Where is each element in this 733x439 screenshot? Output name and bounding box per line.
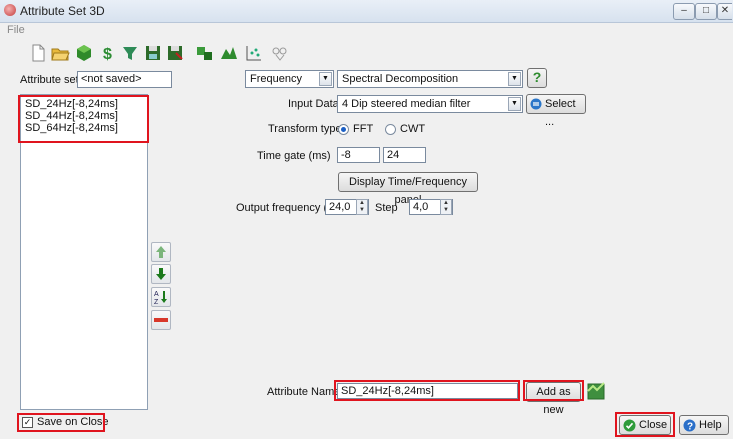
cwt-label: CWT — [400, 123, 426, 135]
time-gate-stop-field[interactable]: 24 — [383, 147, 426, 163]
svg-text:$: $ — [103, 46, 112, 63]
scatter-icon[interactable] — [270, 43, 290, 63]
fft-label: FFT — [353, 123, 374, 135]
cube-icon[interactable] — [74, 43, 94, 63]
move-down-button[interactable] — [151, 264, 171, 284]
input-data-select[interactable]: 4 Dip steered median filter ▼ — [337, 95, 523, 113]
help-icon: ? — [683, 419, 696, 432]
arrow-down-icon — [156, 268, 166, 280]
attribute-set-field[interactable]: <not saved> — [77, 71, 172, 88]
svg-text:Z: Z — [154, 299, 159, 306]
cross-plot-icon[interactable] — [244, 43, 264, 63]
svg-text:?: ? — [687, 422, 693, 433]
evaluate-attribute-icon[interactable] — [587, 381, 608, 401]
new-icon[interactable] — [28, 43, 48, 63]
save-as-icon[interactable] — [165, 43, 185, 63]
category-value: Frequency — [250, 73, 302, 85]
highlight-add-as-new — [523, 380, 584, 401]
close-icon[interactable]: ✕ — [717, 3, 732, 20]
help-button[interactable]: ? Help — [679, 415, 729, 435]
move-up-button[interactable] — [151, 242, 171, 262]
maximize-icon[interactable]: □ — [695, 3, 717, 20]
toolbar: $ — [0, 40, 733, 66]
method-select[interactable]: Spectral Decomposition ▼ — [337, 70, 523, 88]
output-frequency-spinner[interactable]: ▲ ▼ — [356, 199, 368, 215]
arrow-up-icon — [156, 246, 166, 258]
time-gate-label: Time gate (ms) — [257, 150, 331, 162]
help-label: Help — [699, 419, 722, 431]
step-label: Step — [375, 202, 398, 214]
output-frequency-value: 24,0 — [329, 201, 351, 213]
select-button[interactable]: Select ... — [526, 94, 586, 128]
select-label: Select ... — [545, 98, 576, 128]
app-icon — [4, 4, 16, 16]
highlight-save-on-close — [17, 413, 105, 432]
menu-file[interactable]: File — [7, 24, 25, 36]
window-title: Attribute Set 3D — [20, 4, 105, 18]
category-select[interactable]: Frequency ▼ — [245, 70, 334, 88]
display-panel-button[interactable]: Display Time/Frequency panel — [338, 172, 478, 206]
minimize-icon[interactable]: – — [673, 3, 695, 20]
dollar-icon[interactable]: $ — [98, 43, 118, 63]
chevron-down-icon: ▼ — [508, 72, 521, 86]
fft-radio[interactable] — [338, 124, 349, 135]
menu-bar: File — [0, 22, 733, 39]
input-data-label: Input Data — [288, 98, 339, 110]
attribute-icon[interactable] — [195, 43, 215, 63]
time-gate-start-field[interactable]: -8 — [337, 147, 380, 163]
save-icon[interactable] — [143, 43, 163, 63]
method-value: Spectral Decomposition — [342, 73, 459, 85]
step-value: 4,0 — [413, 201, 429, 213]
title-bar: Attribute Set 3D – □ ✕ — [0, 0, 733, 23]
input-data-value: 4 Dip steered median filter — [342, 98, 471, 110]
filter-icon[interactable] — [120, 43, 140, 63]
sort-az-icon: AZ — [154, 291, 167, 306]
remove-button[interactable] — [151, 310, 171, 330]
sort-button[interactable]: AZ — [151, 287, 171, 307]
open-icon[interactable] — [50, 43, 70, 63]
highlight-attribute-name — [334, 380, 520, 401]
remove-icon — [154, 318, 168, 322]
transform-type-label: Transform type — [268, 123, 342, 135]
evaluate-icon[interactable] — [219, 43, 239, 63]
attribute-set-label: Attribute set — [20, 74, 79, 86]
step-spinner[interactable]: ▲ ▼ — [440, 199, 452, 215]
select-icon — [530, 98, 542, 110]
highlight-close — [615, 412, 675, 437]
chevron-down-icon: ▼ — [319, 72, 332, 86]
attribute-name-label: Attribute Name — [267, 386, 341, 398]
svg-text:A: A — [154, 291, 159, 298]
cwt-radio[interactable] — [385, 124, 396, 135]
chevron-down-icon: ▼ — [508, 97, 521, 111]
highlight-attribute-list — [18, 95, 149, 143]
help-question-button[interactable]: ? — [527, 68, 547, 88]
